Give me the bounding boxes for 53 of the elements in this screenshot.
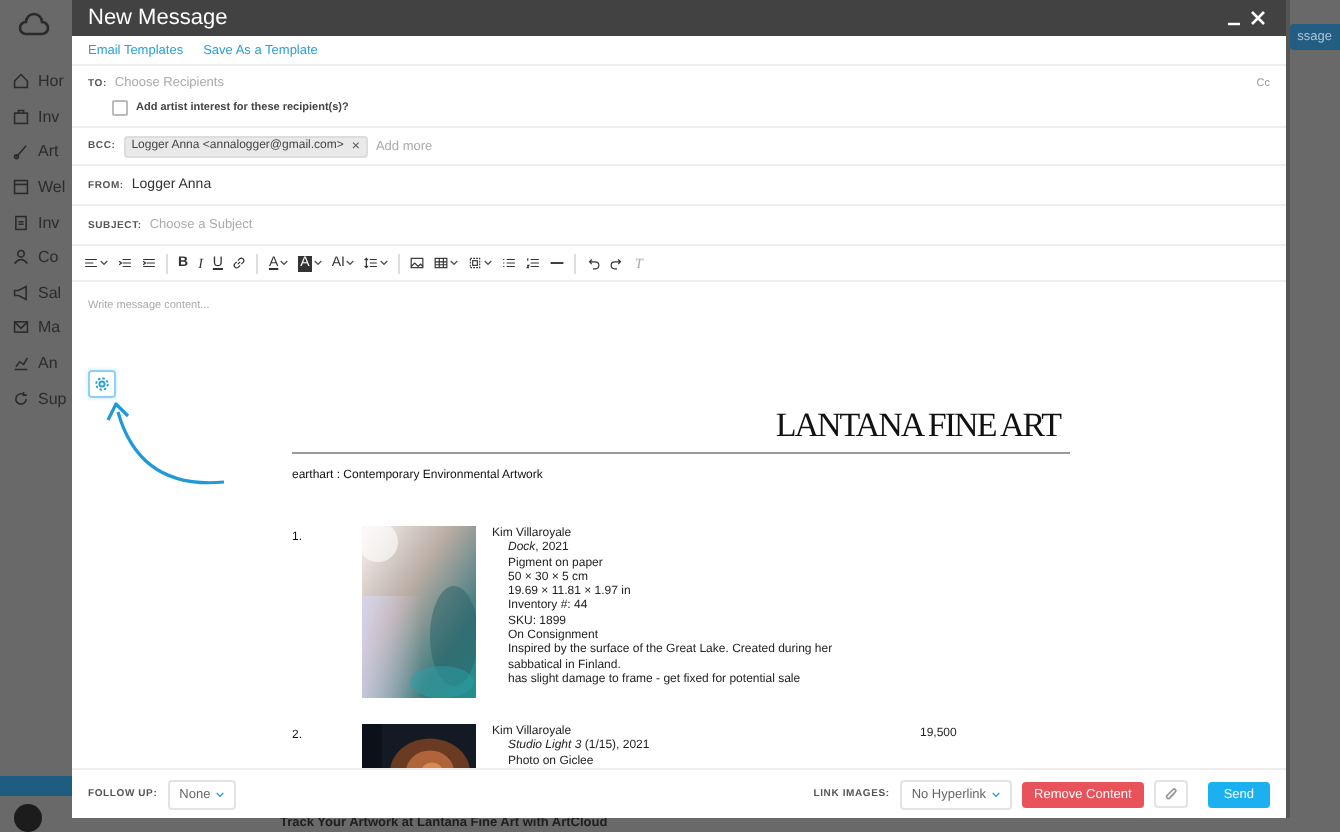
nav-label[interactable]: Ma	[38, 318, 61, 337]
nav-icon	[12, 318, 30, 337]
nav-label[interactable]: Inv	[38, 213, 60, 232]
rule-icon[interactable]	[550, 256, 565, 270]
outdent-icon[interactable]	[118, 256, 132, 270]
link-icon[interactable]	[232, 256, 247, 270]
company-heading: LANTANA FINE ART	[773, 406, 1063, 446]
nav-icon	[12, 354, 30, 373]
nav-icon	[12, 389, 30, 408]
nav-label[interactable]: An	[38, 354, 58, 373]
caret-icon[interactable]	[380, 260, 389, 266]
nav-icon	[12, 72, 30, 91]
banner-bar	[0, 776, 72, 796]
nav-icon	[12, 213, 30, 232]
attach-button[interactable]	[1153, 780, 1188, 808]
gear-icon[interactable]	[94, 376, 110, 392]
redo-icon[interactable]	[610, 256, 625, 270]
nav-icon	[12, 178, 30, 197]
image-icon[interactable]	[410, 256, 425, 270]
caret-icon[interactable]	[992, 791, 1001, 797]
align-icon[interactable]	[84, 256, 98, 270]
nav-label[interactable]: Hor	[38, 72, 64, 91]
caret-icon[interactable]	[216, 791, 225, 797]
nav-label[interactable]: Sal	[38, 283, 62, 302]
nav-label[interactable]: Art	[38, 142, 59, 161]
box-icon[interactable]	[468, 256, 483, 270]
paperclip-icon[interactable]	[1163, 787, 1178, 801]
caret-icon[interactable]	[313, 260, 322, 266]
nav-icon	[12, 142, 30, 161]
nav-label[interactable]: Wel	[38, 178, 66, 197]
close-icon[interactable]	[1246, 10, 1270, 26]
undo-icon[interactable]	[586, 256, 601, 270]
caret-icon[interactable]	[450, 260, 459, 266]
settings-button[interactable]	[88, 370, 116, 398]
caret-icon[interactable]	[280, 260, 289, 266]
nav-label[interactable]: Inv	[38, 107, 60, 126]
line-height-icon[interactable]	[364, 256, 379, 270]
avatar[interactable]	[14, 804, 42, 832]
nav-icon	[12, 107, 30, 126]
nav-icon	[12, 248, 30, 267]
indent-icon[interactable]	[142, 256, 156, 270]
bullets-icon[interactable]	[502, 256, 517, 270]
nav-label[interactable]: Sup	[38, 389, 67, 408]
cloud-logo[interactable]	[18, 12, 50, 36]
checkbox[interactable]	[112, 100, 128, 116]
caret-icon[interactable]	[100, 260, 108, 266]
nav-label[interactable]: Co	[38, 248, 59, 267]
nav-icon	[12, 283, 30, 302]
dialog-title: New Message	[88, 6, 230, 30]
caret-icon[interactable]	[484, 260, 493, 266]
caret-icon[interactable]	[346, 260, 355, 266]
table-icon[interactable]	[434, 256, 449, 270]
numbers-icon[interactable]	[526, 256, 541, 270]
